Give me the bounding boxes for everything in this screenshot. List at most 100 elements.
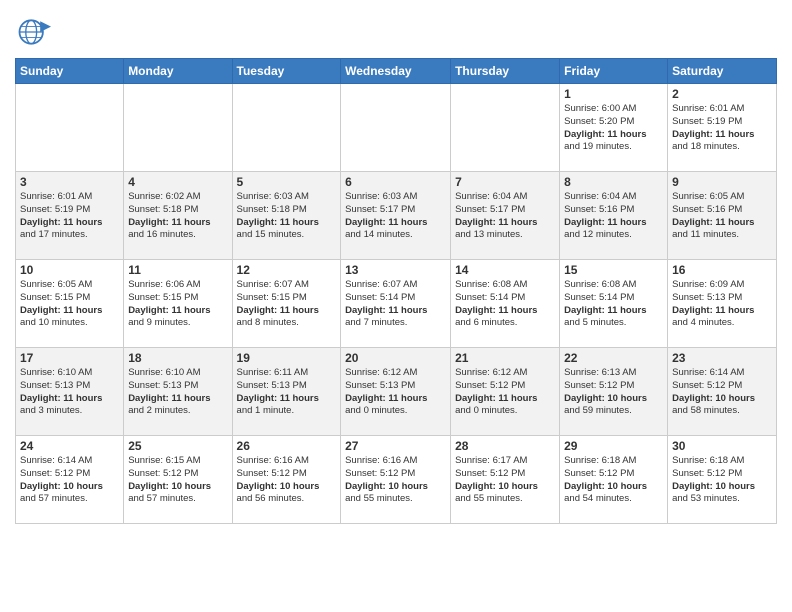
day-info: Sunrise: 6:03 AMSunset: 5:18 PMDaylight:… bbox=[237, 191, 337, 242]
weekday-header-row: SundayMondayTuesdayWednesdayThursdayFrid… bbox=[16, 59, 777, 84]
day-number: 17 bbox=[20, 351, 119, 365]
day-cell: 22Sunrise: 6:13 AMSunset: 5:12 PMDayligh… bbox=[560, 348, 668, 436]
day-number: 30 bbox=[672, 439, 772, 453]
day-cell: 13Sunrise: 6:07 AMSunset: 5:14 PMDayligh… bbox=[341, 260, 451, 348]
day-info: Sunrise: 6:16 AMSunset: 5:12 PMDaylight:… bbox=[237, 455, 337, 506]
day-info: Sunrise: 6:18 AMSunset: 5:12 PMDaylight:… bbox=[672, 455, 772, 506]
day-cell: 25 Sunrise: 6:15 AMSunset: 5:12 PMDayligh… bbox=[124, 436, 232, 524]
day-info: Sunrise: 6:04 AMSunset: 5:16 PMDaylight:… bbox=[564, 191, 663, 242]
day-cell: 1 Sunrise: 6:00 AMSunset: 5:20 PMDaylight… bbox=[560, 84, 668, 172]
week-row-5: 24Sunrise: 6:14 AMSunset: 5:12 PMDayligh… bbox=[16, 436, 777, 524]
day-cell: 3 Sunrise: 6:01 AMSunset: 5:19 PMDaylight… bbox=[16, 172, 124, 260]
day-number: 23 bbox=[672, 351, 772, 365]
day-cell: 2Sunrise: 6:01 AMSunset: 5:19 PMDaylight… bbox=[668, 84, 777, 172]
day-cell: 9 Sunrise: 6:05 AMSunset: 5:16 PMDaylight… bbox=[668, 172, 777, 260]
day-number: 20 bbox=[345, 351, 446, 365]
day-number: 6 bbox=[345, 175, 446, 189]
day-cell: 30 Sunrise: 6:18 AMSunset: 5:12 PMDayligh… bbox=[668, 436, 777, 524]
day-cell: 5 Sunrise: 6:03 AMSunset: 5:18 PMDaylight… bbox=[232, 172, 341, 260]
day-number: 4 bbox=[128, 175, 227, 189]
day-number: 27 bbox=[345, 439, 446, 453]
day-cell: 10 Sunrise: 6:05 AMSunset: 5:15 PMDayligh… bbox=[16, 260, 124, 348]
day-number: 7 bbox=[455, 175, 555, 189]
day-number: 21 bbox=[455, 351, 555, 365]
day-info: Sunrise: 6:09 AMSunset: 5:13 PMDaylight:… bbox=[672, 279, 772, 330]
day-cell: 14 Sunrise: 6:08 AMSunset: 5:14 PMDayligh… bbox=[451, 260, 560, 348]
day-number: 24 bbox=[20, 439, 119, 453]
week-row-1: 1 Sunrise: 6:00 AMSunset: 5:20 PMDaylight… bbox=[16, 84, 777, 172]
logo-icon bbox=[15, 14, 51, 50]
day-info: Sunrise: 6:16 AMSunset: 5:12 PMDaylight:… bbox=[345, 455, 446, 506]
day-cell: 23 Sunrise: 6:14 AMSunset: 5:12 PMDayligh… bbox=[668, 348, 777, 436]
weekday-header-friday: Friday bbox=[560, 59, 668, 84]
day-number: 19 bbox=[237, 351, 337, 365]
week-row-2: 3 Sunrise: 6:01 AMSunset: 5:19 PMDaylight… bbox=[16, 172, 777, 260]
day-number: 5 bbox=[237, 175, 337, 189]
day-info: Sunrise: 6:07 AMSunset: 5:15 PMDaylight:… bbox=[237, 279, 337, 330]
day-cell: 27 Sunrise: 6:16 AMSunset: 5:12 PMDayligh… bbox=[341, 436, 451, 524]
weekday-header-wednesday: Wednesday bbox=[341, 59, 451, 84]
day-cell: 28Sunrise: 6:17 AMSunset: 5:12 PMDayligh… bbox=[451, 436, 560, 524]
day-cell: 6 Sunrise: 6:03 AMSunset: 5:17 PMDaylight… bbox=[341, 172, 451, 260]
day-info: Sunrise: 6:15 AMSunset: 5:12 PMDaylight:… bbox=[128, 455, 227, 506]
day-number: 16 bbox=[672, 263, 772, 277]
day-cell: 24Sunrise: 6:14 AMSunset: 5:12 PMDayligh… bbox=[16, 436, 124, 524]
day-cell bbox=[124, 84, 232, 172]
day-info: Sunrise: 6:18 AMSunset: 5:12 PMDaylight:… bbox=[564, 455, 663, 506]
day-info: Sunrise: 6:13 AMSunset: 5:12 PMDaylight:… bbox=[564, 367, 663, 418]
day-number: 12 bbox=[237, 263, 337, 277]
logo bbox=[15, 10, 55, 50]
day-cell: 18Sunrise: 6:10 AMSunset: 5:13 PMDayligh… bbox=[124, 348, 232, 436]
day-info: Sunrise: 6:06 AMSunset: 5:15 PMDaylight:… bbox=[128, 279, 227, 330]
weekday-header-sunday: Sunday bbox=[16, 59, 124, 84]
day-info: Sunrise: 6:14 AMSunset: 5:12 PMDaylight:… bbox=[672, 367, 772, 418]
day-number: 8 bbox=[564, 175, 663, 189]
day-number: 26 bbox=[237, 439, 337, 453]
day-cell: 12 Sunrise: 6:07 AMSunset: 5:15 PMDayligh… bbox=[232, 260, 341, 348]
day-number: 10 bbox=[20, 263, 119, 277]
day-cell: 26 Sunrise: 6:16 AMSunset: 5:12 PMDayligh… bbox=[232, 436, 341, 524]
day-cell bbox=[451, 84, 560, 172]
day-cell: 21 Sunrise: 6:12 AMSunset: 5:12 PMDayligh… bbox=[451, 348, 560, 436]
day-cell: 17 Sunrise: 6:10 AMSunset: 5:13 PMDayligh… bbox=[16, 348, 124, 436]
day-number: 25 bbox=[128, 439, 227, 453]
day-cell bbox=[16, 84, 124, 172]
calendar-table: SundayMondayTuesdayWednesdayThursdayFrid… bbox=[15, 58, 777, 524]
day-number: 14 bbox=[455, 263, 555, 277]
day-info: Sunrise: 6:02 AMSunset: 5:18 PMDaylight:… bbox=[128, 191, 227, 242]
day-info: Sunrise: 6:01 AMSunset: 5:19 PMDaylight:… bbox=[20, 191, 119, 242]
day-info: Sunrise: 6:03 AMSunset: 5:17 PMDaylight:… bbox=[345, 191, 446, 242]
weekday-header-saturday: Saturday bbox=[668, 59, 777, 84]
day-info: Sunrise: 6:05 AMSunset: 5:15 PMDaylight:… bbox=[20, 279, 119, 330]
day-info: Sunrise: 6:12 AMSunset: 5:13 PMDaylight:… bbox=[345, 367, 446, 418]
day-cell: 11Sunrise: 6:06 AMSunset: 5:15 PMDayligh… bbox=[124, 260, 232, 348]
day-info: Sunrise: 6:11 AMSunset: 5:13 PMDaylight:… bbox=[237, 367, 337, 418]
day-number: 15 bbox=[564, 263, 663, 277]
weekday-header-tuesday: Tuesday bbox=[232, 59, 341, 84]
day-info: Sunrise: 6:08 AMSunset: 5:14 PMDaylight:… bbox=[455, 279, 555, 330]
header bbox=[15, 10, 777, 50]
day-cell bbox=[341, 84, 451, 172]
day-number: 9 bbox=[672, 175, 772, 189]
day-info: Sunrise: 6:10 AMSunset: 5:13 PMDaylight:… bbox=[20, 367, 119, 418]
weekday-header-thursday: Thursday bbox=[451, 59, 560, 84]
day-cell: 29Sunrise: 6:18 AMSunset: 5:12 PMDayligh… bbox=[560, 436, 668, 524]
day-info: Sunrise: 6:01 AMSunset: 5:19 PMDaylight:… bbox=[672, 103, 772, 154]
day-number: 3 bbox=[20, 175, 119, 189]
day-cell: 15 Sunrise: 6:08 AMSunset: 5:14 PMDayligh… bbox=[560, 260, 668, 348]
weekday-header-monday: Monday bbox=[124, 59, 232, 84]
day-cell: 7Sunrise: 6:04 AMSunset: 5:17 PMDaylight… bbox=[451, 172, 560, 260]
day-cell: 4 Sunrise: 6:02 AMSunset: 5:18 PMDaylight… bbox=[124, 172, 232, 260]
day-number: 18 bbox=[128, 351, 227, 365]
day-info: Sunrise: 6:12 AMSunset: 5:12 PMDaylight:… bbox=[455, 367, 555, 418]
day-number: 1 bbox=[564, 87, 663, 101]
day-cell: 19 Sunrise: 6:11 AMSunset: 5:13 PMDayligh… bbox=[232, 348, 341, 436]
page: SundayMondayTuesdayWednesdayThursdayFrid… bbox=[0, 0, 792, 539]
day-cell bbox=[232, 84, 341, 172]
day-info: Sunrise: 6:05 AMSunset: 5:16 PMDaylight:… bbox=[672, 191, 772, 242]
day-cell: 16 Sunrise: 6:09 AMSunset: 5:13 PMDayligh… bbox=[668, 260, 777, 348]
day-number: 13 bbox=[345, 263, 446, 277]
day-info: Sunrise: 6:08 AMSunset: 5:14 PMDaylight:… bbox=[564, 279, 663, 330]
day-info: Sunrise: 6:00 AMSunset: 5:20 PMDaylight:… bbox=[564, 103, 663, 154]
week-row-3: 10 Sunrise: 6:05 AMSunset: 5:15 PMDayligh… bbox=[16, 260, 777, 348]
